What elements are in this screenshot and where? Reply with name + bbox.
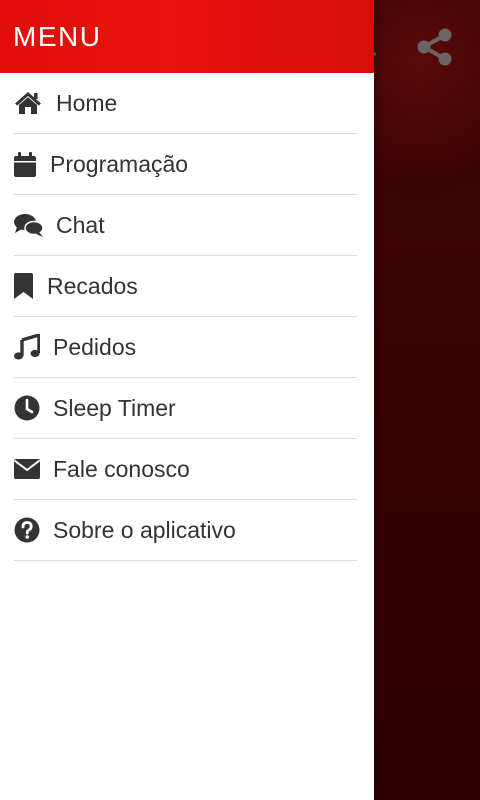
menu-item-label: Recados [47, 272, 138, 299]
calendar-icon [14, 150, 50, 178]
menu-item-recados[interactable]: Recados [14, 256, 357, 317]
menu-item-label: Sobre o aplicativo [53, 516, 236, 543]
menu-item-label: Programação [50, 150, 189, 177]
menu-item-label: Home [56, 89, 118, 116]
envelope-icon [14, 455, 53, 483]
drawer-title: MENU [13, 20, 102, 52]
menu-list: Home Programação Chat Recados Pedidos Sl… [0, 73, 374, 561]
home-icon [14, 89, 56, 117]
menu-item-pedidos[interactable]: Pedidos [14, 317, 357, 378]
drawer-header: MENU [0, 0, 374, 73]
menu-item-label: Chat [56, 211, 105, 238]
menu-item-home[interactable]: Home [14, 73, 357, 134]
share-icon [417, 28, 452, 66]
share-button[interactable] [414, 26, 456, 68]
bookmark-icon [14, 272, 47, 300]
menu-item-sobre-o-aplicativo[interactable]: Sobre o aplicativo [14, 500, 357, 561]
chat-bubbles-icon [14, 211, 56, 239]
menu-item-label: Fale conosco [53, 455, 190, 482]
music-note-icon [14, 333, 53, 361]
menu-item-chat[interactable]: Chat [14, 195, 357, 256]
question-circle-icon [14, 516, 53, 544]
clock-icon [14, 394, 53, 422]
menu-item-sleep-timer[interactable]: Sleep Timer [14, 378, 357, 439]
navigation-drawer: MENU Home Programação Chat Recados Pedid… [0, 0, 374, 800]
menu-item-fale-conosco[interactable]: Fale conosco [14, 439, 357, 500]
menu-item-label: Pedidos [53, 333, 137, 360]
menu-item-label: Sleep Timer [53, 394, 176, 421]
menu-item-programacao[interactable]: Programação [14, 134, 357, 195]
